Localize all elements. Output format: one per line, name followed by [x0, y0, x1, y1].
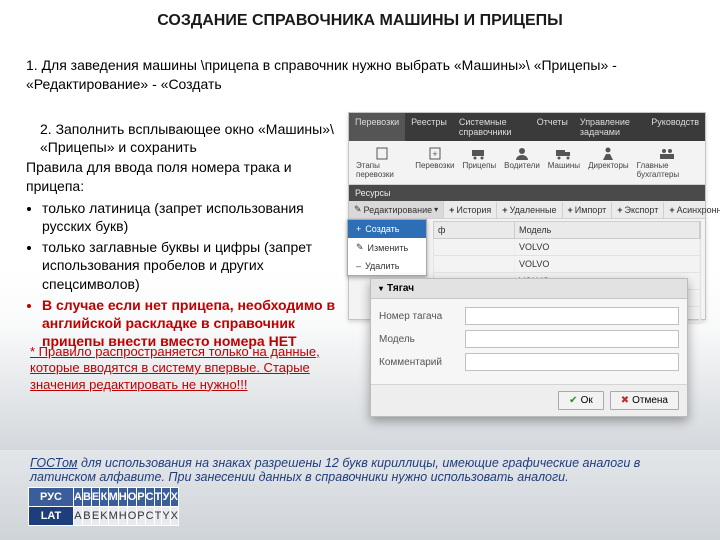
- import-button[interactable]: +Импорт: [563, 202, 613, 218]
- table-row: VOLVO: [433, 239, 701, 256]
- field-label: Модель: [379, 334, 465, 345]
- export-button[interactable]: +Экспорт: [612, 202, 664, 218]
- red-note: * Правило распространяется только на дан…: [30, 344, 330, 393]
- grid-col-1[interactable]: ф: [434, 222, 515, 238]
- popup-title: ▾Тягач: [371, 279, 687, 299]
- menu-item[interactable]: Системные справочники: [453, 113, 531, 141]
- table-rus-label: РУС: [29, 488, 74, 507]
- gost-link[interactable]: ГОСТом: [30, 456, 77, 470]
- person-icon: [513, 146, 531, 160]
- tool-stages[interactable]: Этапы перевозки: [353, 144, 410, 181]
- popup-window: ▾Тягач Номер тагача Модель Комментарий ✔…: [370, 278, 688, 417]
- model-input[interactable]: [465, 330, 679, 348]
- comment-input[interactable]: [465, 353, 679, 371]
- chevron-down-icon[interactable]: ▾: [379, 284, 383, 293]
- transliteration-table: РУС АВЕКМНОРСТУХ LAT ABEKMHOPCTYX: [28, 487, 179, 526]
- tool-drivers[interactable]: Водители: [501, 144, 543, 181]
- tool-transports[interactable]: +Перевозки: [412, 144, 457, 181]
- edit-dropdown-menu: +Создать ✎Изменить –Удалить: [347, 219, 427, 276]
- svg-text:+: +: [432, 149, 437, 159]
- pencil-icon: ✎: [356, 242, 364, 253]
- chevron-down-icon: ▾: [434, 205, 438, 214]
- plus-icon: +: [568, 205, 573, 215]
- field-row: Комментарий: [379, 353, 679, 371]
- step-2-text: 2. Заполнить всплывающее окно «Машины»\ …: [26, 120, 336, 156]
- table-lat-label: LAT: [29, 507, 74, 526]
- team-icon: [658, 146, 676, 160]
- gost-note: ГОСТом для использования на знаках разре…: [30, 456, 690, 484]
- dropdown-create[interactable]: +Создать: [348, 220, 426, 238]
- edit-bar: ✎Редактирование▾ +История +Удаленные +Им…: [349, 201, 705, 219]
- left-column: 2. Заполнить всплывающее окно «Машины»\ …: [26, 120, 336, 353]
- menu-item[interactable]: Перевозки: [349, 113, 405, 141]
- ok-button[interactable]: ✔Ок: [558, 391, 604, 410]
- field-label: Номер тагача: [379, 311, 465, 322]
- async-button[interactable]: +Асинхронн: [664, 202, 720, 218]
- rules-heading: Правила для ввода поля номера трака и пр…: [26, 158, 336, 194]
- resources-header: Ресурсы: [349, 185, 705, 201]
- pencil-icon: ✎: [354, 204, 362, 215]
- tool-trailers[interactable]: Прицепы: [459, 144, 499, 181]
- tractor-number-input[interactable]: [465, 307, 679, 325]
- menu-item[interactable]: Отчеты: [531, 113, 574, 141]
- table-row: VOLVO: [433, 256, 701, 273]
- tool-trucks[interactable]: Машины: [545, 144, 583, 181]
- plus-icon: +: [502, 205, 507, 215]
- minus-icon: –: [356, 261, 361, 271]
- truck-icon: [555, 146, 573, 160]
- step-1-text: 1. Для заведения машины \прицепа в справ…: [26, 56, 694, 94]
- clipboard-plus-icon: +: [426, 146, 444, 160]
- plus-icon: +: [617, 205, 622, 215]
- tool-directors[interactable]: Директоры: [585, 144, 632, 181]
- edit-dropdown-button[interactable]: ✎Редактирование▾: [349, 201, 444, 218]
- trailer-icon: [470, 146, 488, 160]
- field-row: Модель: [379, 330, 679, 348]
- dropdown-delete[interactable]: –Удалить: [348, 257, 426, 275]
- rule-item-emphasis: В случае если нет прицепа, необходимо в …: [42, 296, 336, 351]
- clipboard-icon: [373, 146, 391, 160]
- check-icon: ✔: [569, 395, 577, 406]
- menu-item[interactable]: Реестры: [405, 113, 453, 141]
- plus-icon: +: [449, 205, 454, 215]
- rule-item: только латиница (запрет использования ру…: [42, 199, 336, 235]
- toolbar: Этапы перевозки +Перевозки Прицепы Водит…: [349, 141, 705, 185]
- tool-accountants[interactable]: Главные бухгалтеры: [634, 144, 701, 181]
- dropdown-change[interactable]: ✎Изменить: [348, 238, 426, 257]
- menu-item[interactable]: Управление задачами: [574, 113, 645, 141]
- grid-col-2[interactable]: Модель: [515, 222, 700, 238]
- history-button[interactable]: +История: [444, 202, 497, 218]
- slide-title: СОЗДАНИЕ СПРАВОЧНИКА МАШИНЫ И ПРИЦЕПЫ: [0, 12, 720, 30]
- menu-bar: Перевозки Реестры Системные справочники …: [349, 113, 705, 141]
- plus-icon: +: [356, 224, 361, 234]
- field-row: Номер тагача: [379, 307, 679, 325]
- cross-icon: ✖: [621, 395, 629, 406]
- gost-text: для использования на знаках разрешены 12…: [30, 456, 640, 484]
- plus-icon: +: [669, 205, 674, 215]
- deleted-button[interactable]: +Удаленные: [497, 202, 562, 218]
- rule-item: только заглавные буквы и цифры (запрет и…: [42, 238, 336, 293]
- person-suit-icon: [599, 146, 617, 160]
- menu-item[interactable]: Руководств: [645, 113, 705, 141]
- field-label: Комментарий: [379, 357, 465, 368]
- cancel-button[interactable]: ✖Отмена: [610, 391, 679, 410]
